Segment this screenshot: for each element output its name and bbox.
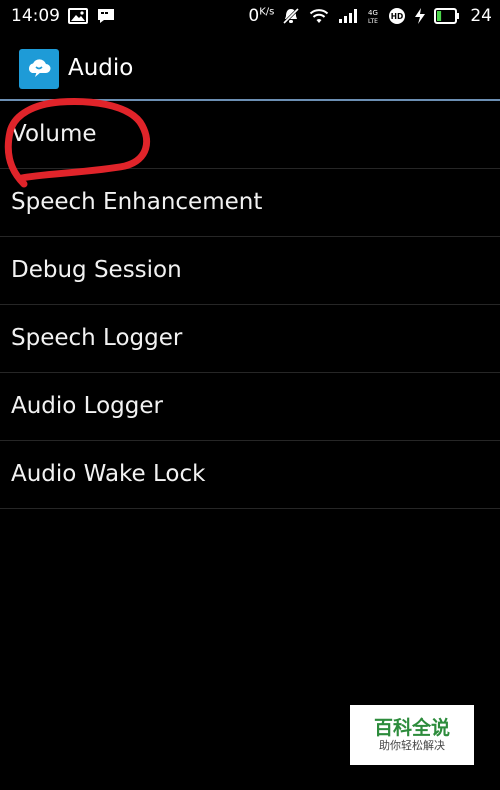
list-item-label: Speech Logger: [11, 325, 183, 351]
list-item-debug-session[interactable]: Debug Session: [0, 237, 500, 305]
list-item-label: Debug Session: [11, 257, 182, 283]
screen: 14:09 0K/s 4G LTE HD 24 Audio Volume Spe…: [0, 0, 500, 790]
svg-text:HD: HD: [391, 12, 404, 21]
action-bar: Audio: [0, 35, 500, 99]
network-speed: 0K/s: [248, 6, 274, 26]
watermark-logo: 百科全说 助你轻松解决: [350, 705, 474, 765]
list-item-speech-logger[interactable]: Speech Logger: [0, 305, 500, 373]
page-title: Audio: [68, 55, 134, 81]
status-left: 14:09: [11, 6, 116, 26]
settings-list: Volume Speech Enhancement Debug Session …: [0, 101, 500, 509]
network-speed-value: 0: [248, 6, 260, 26]
battery-level: 24: [470, 6, 492, 26]
hd-voice-icon: HD: [388, 7, 406, 25]
signal-icon: [338, 8, 358, 24]
list-item-label: Speech Enhancement: [11, 189, 263, 215]
mute-icon: [282, 7, 300, 25]
status-right: 0K/s 4G LTE HD 24: [248, 6, 492, 26]
cloud-chat-icon[interactable]: [19, 49, 59, 89]
watermark-title: 百科全说: [373, 717, 450, 739]
message-notification-icon: [96, 8, 116, 24]
list-item-label: Volume: [11, 121, 97, 147]
list-item-speech-enhancement[interactable]: Speech Enhancement: [0, 169, 500, 237]
svg-text:4G: 4G: [368, 9, 378, 17]
svg-text:LTE: LTE: [368, 18, 378, 25]
battery-icon: [434, 8, 460, 24]
list-item-audio-logger[interactable]: Audio Logger: [0, 373, 500, 441]
status-time: 14:09: [11, 6, 60, 26]
list-item-label: Audio Logger: [11, 393, 163, 419]
network-speed-unit: K/s: [259, 6, 275, 18]
status-bar: 14:09 0K/s 4G LTE HD 24: [0, 0, 500, 35]
image-notification-icon: [68, 8, 88, 24]
list-item-volume[interactable]: Volume: [0, 101, 500, 169]
network-type-icon: 4G LTE: [366, 7, 380, 25]
list-item-label: Audio Wake Lock: [11, 461, 206, 487]
list-item-audio-wake-lock[interactable]: Audio Wake Lock: [0, 441, 500, 509]
charging-icon: [414, 7, 426, 25]
wifi-icon: [308, 7, 330, 25]
watermark-subtitle: 助你轻松解决: [379, 739, 445, 752]
